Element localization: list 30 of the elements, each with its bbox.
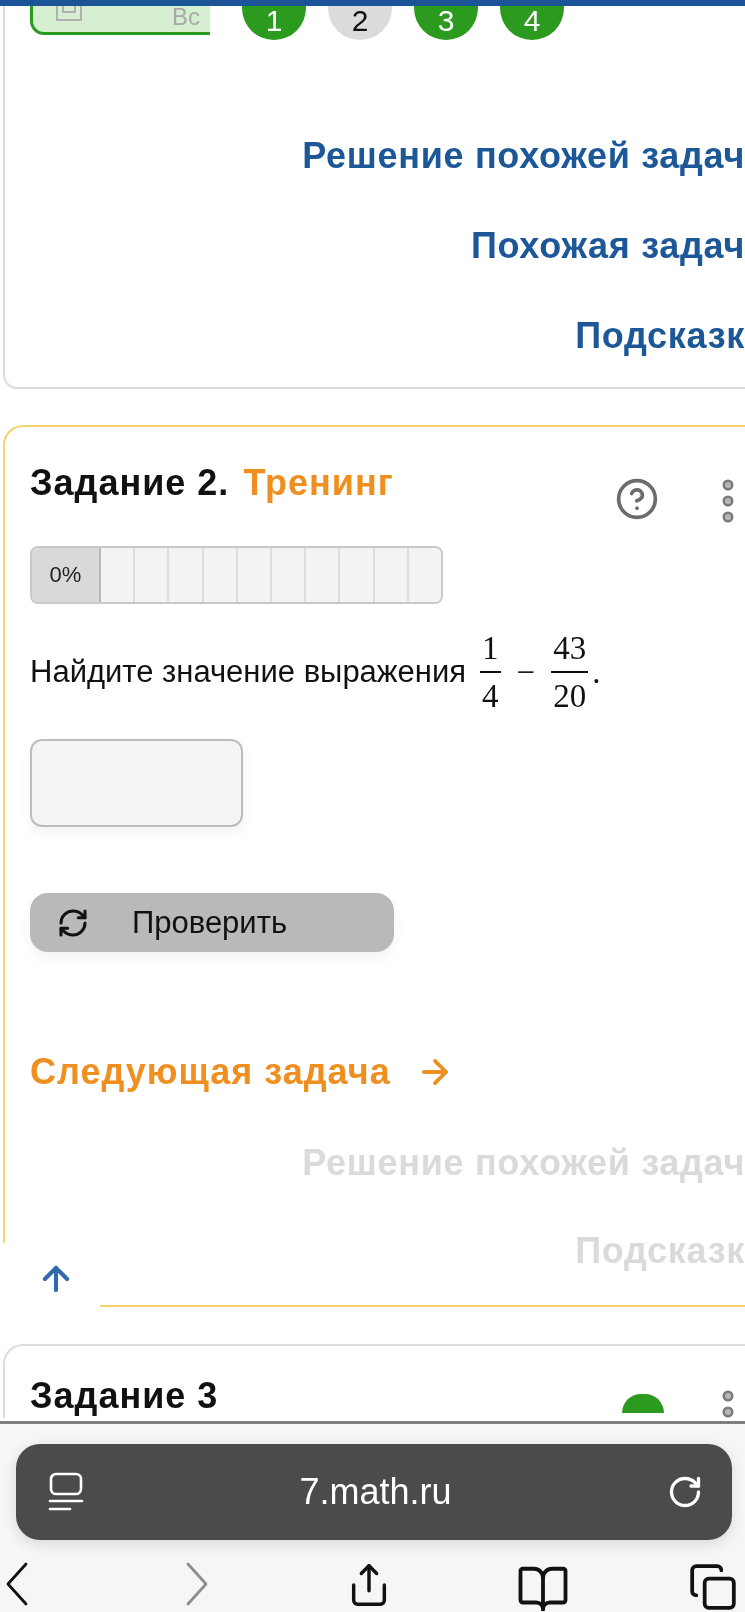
progress-percent: 0% [32, 548, 99, 602]
more-icon[interactable] [722, 479, 734, 523]
task-mode: Тренинг [243, 461, 394, 505]
question-text: Найдите значение выражения [30, 653, 467, 691]
tabs-icon[interactable] [688, 1562, 738, 1612]
more-icon[interactable] [722, 1390, 734, 1418]
task-number-button[interactable]: 3 [414, 6, 478, 40]
url-text[interactable]: 7.math.ru [84, 1470, 667, 1514]
task-link[interactable]: Похожая задач [470, 224, 745, 268]
minus-sign: − [516, 653, 536, 692]
task-link[interactable]: Решение похожей задач [302, 134, 745, 178]
refresh-icon [57, 906, 89, 939]
task-number-button[interactable]: 1 [242, 6, 306, 40]
reload-icon[interactable] [667, 1474, 703, 1510]
help-icon[interactable] [615, 477, 659, 521]
expression-period: . [592, 653, 601, 692]
task-title: Задание 2. [30, 461, 230, 505]
address-bar[interactable]: 7.math.ru [16, 1444, 732, 1540]
task-link[interactable]: Подсказк [575, 314, 745, 358]
fraction-denominator: 20 [552, 677, 588, 715]
page-icon [55, 6, 85, 22]
task-number-button[interactable]: 4 [500, 6, 564, 40]
task-number-button[interactable]: 2 [328, 6, 392, 40]
task-title: Задание 3 [30, 1378, 219, 1414]
fraction-numerator: 43 [552, 629, 588, 667]
fraction-denominator: 4 [481, 677, 500, 715]
reader-icon[interactable] [48, 1472, 84, 1512]
chevron-left-icon[interactable] [5, 1562, 29, 1606]
answer-field[interactable] [30, 739, 243, 827]
fraction-numerator: 1 [481, 629, 500, 667]
